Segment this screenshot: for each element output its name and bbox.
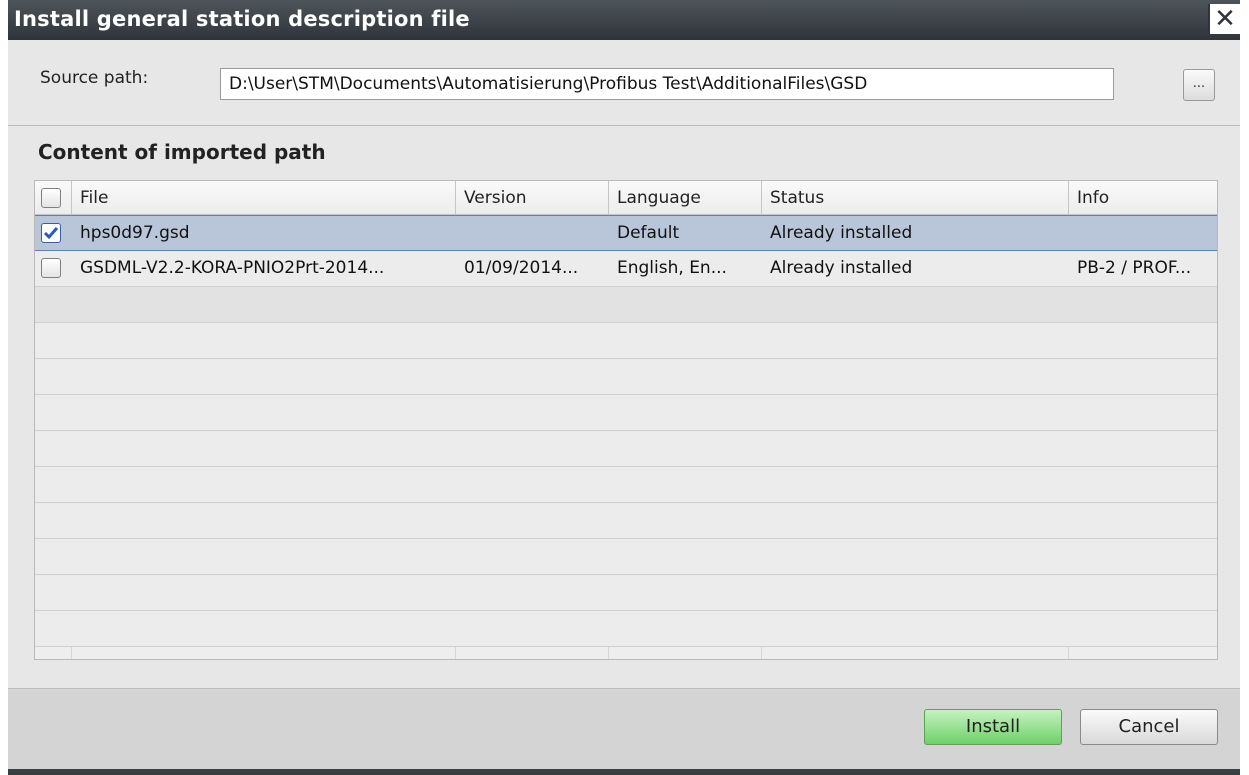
empty-row xyxy=(35,611,1217,647)
title-bar: Install general station description file… xyxy=(8,0,1240,40)
empty-row xyxy=(35,359,1217,395)
cell-file: hps0d97.gsd xyxy=(80,223,190,243)
cell-status: Already installed xyxy=(770,223,913,243)
dialog-title: Install general station description file xyxy=(14,7,470,31)
install-gsd-dialog: Install general station description file… xyxy=(8,0,1240,775)
install-button[interactable]: Install xyxy=(924,709,1062,745)
empty-row xyxy=(35,539,1217,575)
row-checkbox[interactable] xyxy=(41,258,61,278)
table-header: File Version Language Status Info xyxy=(35,181,1217,215)
cell-info: PB-2 / PROF... xyxy=(1077,258,1192,278)
empty-row xyxy=(35,287,1217,323)
cell-info xyxy=(1069,216,1217,250)
empty-row xyxy=(35,503,1217,539)
empty-row xyxy=(35,431,1217,467)
cell-version: 01/09/2014... xyxy=(464,258,579,278)
table-row[interactable]: hps0d97.gsd Default Already installed xyxy=(35,215,1217,251)
empty-row xyxy=(35,395,1217,431)
close-icon: ✕ xyxy=(1214,4,1236,34)
cell-language: Default xyxy=(617,223,680,243)
header-status[interactable]: Status xyxy=(762,181,1069,214)
source-path-input[interactable]: D:\User\STM\Documents\Automatisierung\Pr… xyxy=(220,68,1114,100)
cancel-button[interactable]: Cancel xyxy=(1080,709,1218,745)
select-all-checkbox[interactable] xyxy=(41,188,61,208)
select-all-header xyxy=(35,181,72,214)
source-path-label: Source path: xyxy=(40,68,149,88)
divider xyxy=(8,125,1240,126)
browse-button[interactable]: ... xyxy=(1183,69,1215,101)
empty-row xyxy=(35,467,1217,503)
dialog-body: Source path: D:\User\STM\Documents\Autom… xyxy=(8,40,1240,775)
cell-status: Already installed xyxy=(770,258,913,278)
empty-row xyxy=(35,575,1217,611)
dialog-footer: Install Cancel xyxy=(8,688,1240,775)
section-title: Content of imported path xyxy=(38,140,326,164)
cell-version xyxy=(456,216,609,250)
header-file[interactable]: File xyxy=(72,181,456,214)
window-bottom-border xyxy=(8,769,1240,775)
close-button[interactable]: ✕ xyxy=(1208,4,1240,34)
header-info[interactable]: Info xyxy=(1069,181,1217,214)
cell-language: English, En... xyxy=(617,258,727,278)
cell-file: GSDML-V2.2-KORA-PNIO2Prt-2014... xyxy=(80,258,385,278)
row-checkbox[interactable] xyxy=(41,223,61,243)
header-version[interactable]: Version xyxy=(456,181,609,214)
empty-row xyxy=(35,323,1217,359)
header-language[interactable]: Language xyxy=(609,181,762,214)
checkmark-icon xyxy=(43,227,59,240)
imported-files-table: File Version Language Status Info hps0d9… xyxy=(34,180,1218,660)
table-row[interactable]: GSDML-V2.2-KORA-PNIO2Prt-2014... 01/09/2… xyxy=(35,251,1217,287)
